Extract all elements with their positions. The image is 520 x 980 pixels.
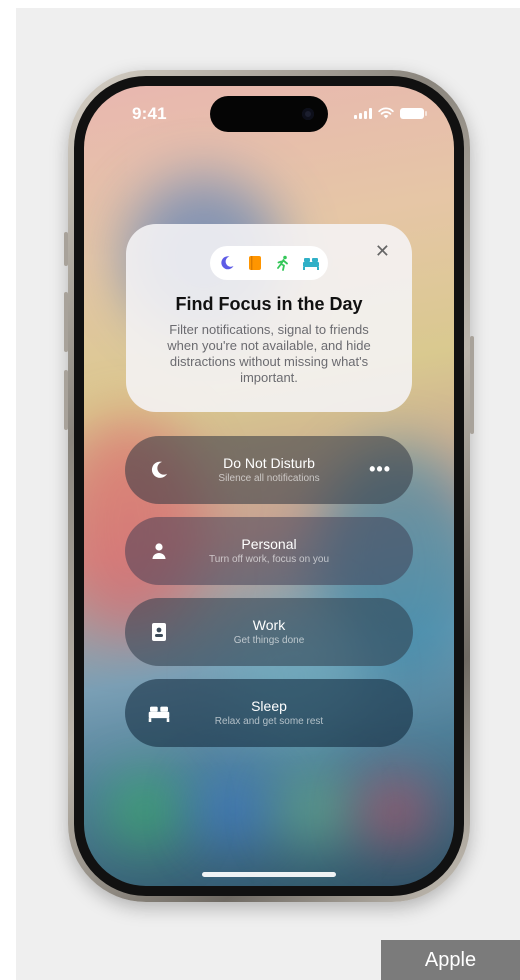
- app-icon-lightgreen: [280, 776, 350, 846]
- volume-up-button: [64, 292, 68, 352]
- moon-icon: [215, 251, 239, 275]
- focus-mode-do-not-disturb[interactable]: Do Not Disturb Silence all notifications…: [125, 436, 413, 504]
- front-camera-icon: [302, 108, 314, 120]
- credit-label: Apple: [381, 940, 520, 980]
- phone-screen: 9:41 ✕ Find Focus in the Day Filter noti…: [84, 86, 454, 886]
- focus-mode-name: Personal: [241, 536, 297, 552]
- app-icon-blue: [198, 776, 268, 846]
- status-bar: 9:41: [84, 86, 454, 142]
- card-title: Find Focus in the Day: [175, 294, 363, 314]
- card-description: Filter notifications, signal to friends …: [167, 322, 371, 385]
- focus-icons-row: [210, 246, 328, 280]
- more-options-icon[interactable]: •••: [369, 460, 391, 478]
- focus-mode-subtitle: Relax and get some rest: [214, 716, 324, 727]
- focus-mode-work[interactable]: Work Get things done: [125, 598, 413, 666]
- home-indicator[interactable]: [202, 872, 336, 877]
- focus-mode-name: Sleep: [251, 698, 287, 714]
- volume-down-button: [64, 370, 68, 430]
- focus-mode-personal[interactable]: Personal Turn off work, focus on you: [125, 517, 413, 585]
- battery-icon: [400, 108, 427, 119]
- power-button: [470, 336, 474, 434]
- book-icon: [243, 251, 267, 275]
- dynamic-island: [210, 96, 328, 132]
- focus-mode-name: Work: [252, 617, 286, 633]
- close-icon[interactable]: ✕: [375, 242, 390, 260]
- focus-mode-sleep[interactable]: Sleep Relax and get some rest: [125, 679, 413, 747]
- cellular-signal-icon: [354, 108, 372, 119]
- wifi-icon: [378, 107, 394, 119]
- status-time: 9:41: [132, 104, 167, 123]
- app-icon-red: [360, 776, 430, 846]
- action-button: [64, 232, 68, 266]
- running-person-icon: [271, 251, 295, 275]
- focus-mode-subtitle: Turn off work, focus on you: [208, 554, 330, 565]
- bed-icon: [299, 251, 323, 275]
- focus-intro-card: ✕ Find Focus in the Day Filter notificat…: [126, 224, 412, 412]
- app-icon-green: [110, 776, 180, 846]
- status-icons: [354, 107, 427, 119]
- focus-mode-subtitle: Get things done: [233, 635, 305, 646]
